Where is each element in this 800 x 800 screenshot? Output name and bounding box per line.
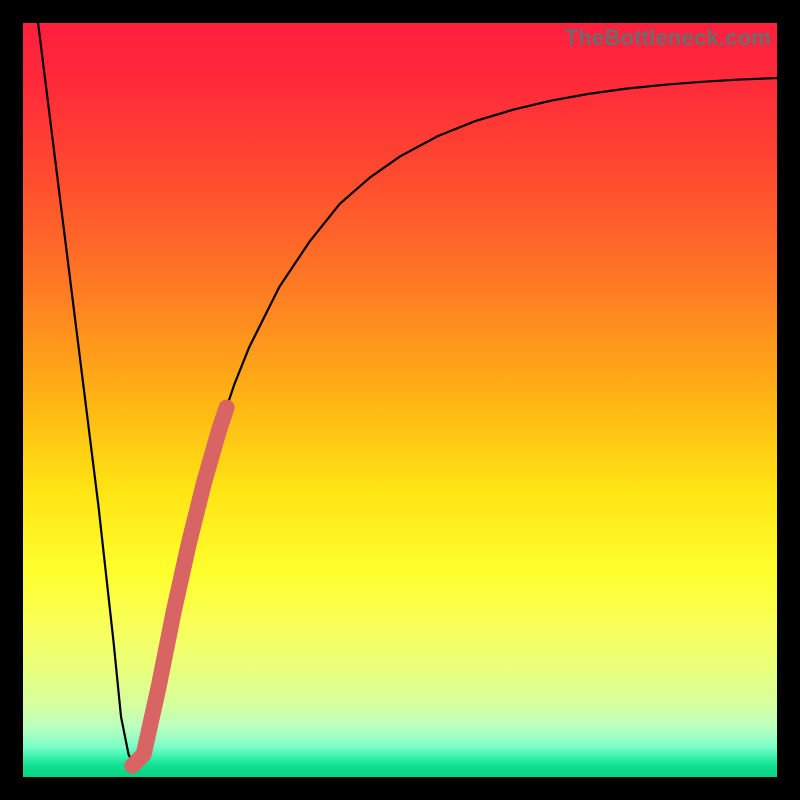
chart-frame: TheBottleneck.com (0, 0, 800, 800)
plot-area: TheBottleneck.com (23, 23, 777, 777)
chart-svg (23, 23, 777, 777)
gradient-background (23, 23, 777, 777)
